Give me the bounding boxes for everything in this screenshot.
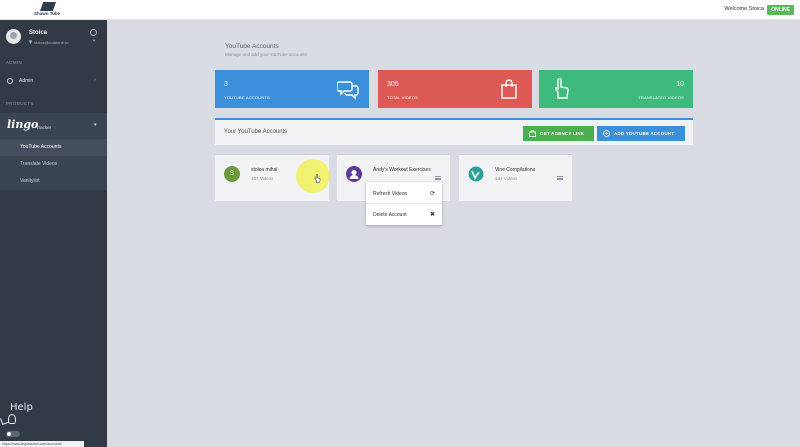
- sidebar-item-label: Vanitylist: [20, 178, 40, 184]
- sidebar-item-vanitylist[interactable]: Vanitylist: [0, 173, 107, 190]
- stat-label: TOTAL VIDEOS: [387, 95, 418, 100]
- lingo-logo: lingo: [7, 118, 39, 131]
- stat-card-total-videos: 305 TOTAL VIDEOS: [378, 70, 532, 108]
- stat-value: 10: [676, 81, 684, 88]
- lightbulb-icon: [8, 414, 16, 424]
- account-card[interactable]: Vine Compilations 133 Videos: [459, 154, 572, 201]
- sidebar: Stoica stoica@codeone.ro ▼ ADMIN Admin ›…: [0, 20, 107, 447]
- person-icon: [349, 169, 359, 179]
- stat-card-translated-videos: 10 TRANSLATED VIDEOS: [539, 70, 693, 108]
- help-label: Help: [10, 402, 33, 413]
- chat-bubbles-icon: [337, 81, 359, 100]
- welcome-text: Welcome,Stoica: [724, 6, 764, 12]
- menu-item-label: Delete Account: [373, 212, 407, 218]
- stat-label: YOUTUBE ACCOUNTS: [224, 95, 270, 100]
- account-name: Vine Compilations: [495, 167, 536, 173]
- refresh-icon: ⟳: [429, 191, 435, 197]
- hand-cursor-icon: [314, 174, 321, 183]
- page-subtitle: Manage and add your YouTube accounts: [225, 52, 307, 57]
- logo-mark: [40, 2, 56, 11]
- pointer-hand-icon: [555, 78, 569, 99]
- stat-value: 3: [224, 81, 228, 88]
- close-icon: ✖: [429, 212, 435, 218]
- plus-circle-icon: [603, 130, 610, 137]
- sidebar-item-youtube-accounts[interactable]: YouTube Accounts: [0, 139, 107, 156]
- toolbar-title: Your YouTube Accounts: [224, 129, 288, 135]
- button-label: GET AGENCY LINK: [540, 131, 585, 136]
- briefcase-icon: [529, 130, 536, 137]
- account-name: Andy's Workout Exercises: [373, 167, 431, 173]
- sidebar-item-label: Translate Videos: [20, 161, 58, 167]
- menu-icon[interactable]: [435, 176, 441, 180]
- account-dropdown-menu: Refresh Videos ⟳ Delete Account ✖: [366, 182, 442, 225]
- profile-email: stoica@codeone.ro: [34, 40, 69, 45]
- power-icon[interactable]: [90, 29, 97, 36]
- account-video-count: 137 Videos: [251, 176, 274, 181]
- help-widget[interactable]: Help: [0, 400, 40, 447]
- status-url: https://www.lingotracker.com/account#: [0, 441, 84, 447]
- logo-text: Shawn Tube: [34, 11, 61, 16]
- help-toggle[interactable]: [6, 431, 20, 437]
- avatar[interactable]: [6, 29, 21, 44]
- location-pin-icon: [29, 40, 32, 44]
- menu-item-label: Refresh Videos: [373, 191, 408, 197]
- sidebar-item-label: YouTube Accounts: [20, 144, 62, 150]
- stat-value: 305: [387, 81, 399, 88]
- sidebar-item-label: Admin: [19, 78, 34, 84]
- sidebar-item-admin[interactable]: Admin ›: [0, 71, 107, 91]
- stat-card-youtube-accounts: 3 YOUTUBE ACCOUNTS: [215, 70, 369, 108]
- account-avatar: [468, 166, 484, 182]
- shopping-bag-icon: [501, 79, 517, 99]
- section-label-products: PRODUCTS: [6, 101, 34, 106]
- account-video-count: 133 Videos: [495, 176, 518, 181]
- get-agency-link-button[interactable]: GET AGENCY LINK: [523, 126, 594, 141]
- menu-item-refresh-videos[interactable]: Refresh Videos ⟳: [366, 184, 442, 204]
- menu-icon[interactable]: [557, 176, 563, 180]
- menu-item-delete-account[interactable]: Delete Account ✖: [366, 205, 442, 225]
- accounts-toolbar: Your YouTube Accounts GET AGENCY LINK AD…: [215, 118, 693, 145]
- chevron-down-icon: ▾: [94, 122, 97, 128]
- add-youtube-account-button[interactable]: ADD YOUTUBE ACCOUNT: [597, 126, 685, 141]
- page-title: YouTube Accounts: [225, 43, 279, 50]
- chevron-down-icon[interactable]: ▼: [92, 38, 96, 43]
- chevron-right-icon: ›: [94, 77, 96, 83]
- menu-divider: [366, 203, 442, 204]
- top-bar: Shawn Tube Welcome,Stoica ONLINE: [0, 0, 800, 20]
- sidebar-item-lingo-tracker[interactable]: lingo Tracker ▾: [0, 113, 107, 139]
- user-profile: Stoica stoica@codeone.ro ▼: [0, 20, 107, 58]
- button-label: ADD YOUTUBE ACCOUNT: [614, 131, 675, 136]
- app-logo[interactable]: Shawn Tube: [34, 2, 70, 18]
- lingo-suffix: Tracker: [36, 125, 52, 130]
- status-badge: ONLINE: [767, 5, 794, 15]
- stat-label: TRANSLATED VIDEOS: [638, 95, 684, 100]
- vine-logo-icon: [468, 166, 484, 182]
- gear-icon: [7, 78, 13, 84]
- cursor-highlight: [296, 159, 330, 193]
- account-avatar: [346, 166, 362, 182]
- profile-name: Stoica: [29, 30, 48, 36]
- sidebar-item-translate-videos[interactable]: Translate Videos: [0, 156, 107, 173]
- account-avatar: S: [224, 166, 240, 182]
- section-label-admin: ADMIN: [6, 60, 22, 65]
